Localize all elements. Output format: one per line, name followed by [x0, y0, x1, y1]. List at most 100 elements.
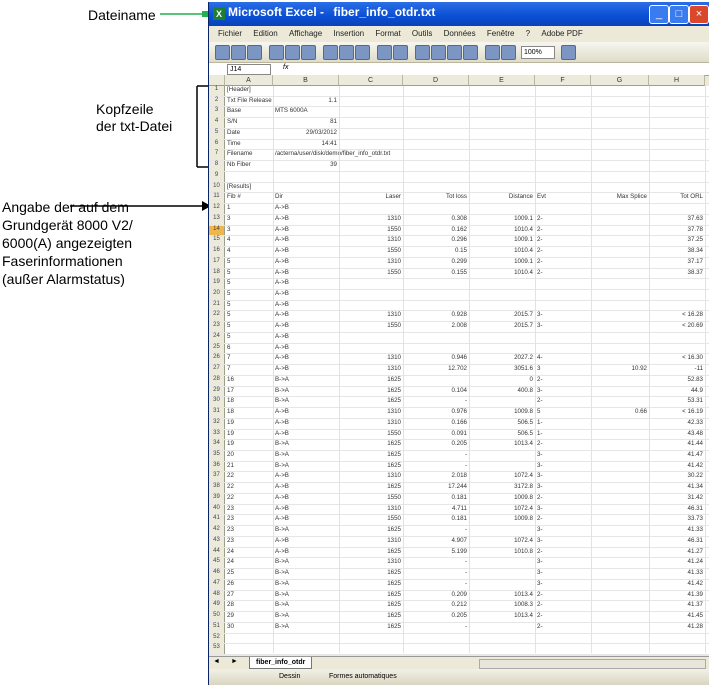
cell[interactable] [341, 150, 401, 160]
cell[interactable] [593, 236, 647, 246]
cell[interactable] [593, 644, 647, 654]
cell[interactable]: 1625 [341, 580, 401, 590]
table-row[interactable]: 4 S/N 81 [209, 118, 709, 129]
cell[interactable] [651, 290, 703, 300]
cell[interactable] [593, 247, 647, 257]
cell[interactable] [341, 634, 401, 644]
cell[interactable]: 0.162 [405, 226, 467, 236]
cell[interactable] [341, 183, 401, 193]
cell[interactable]: Fib # [227, 193, 273, 203]
cell[interactable]: 3- [537, 311, 589, 321]
cell[interactable]: A->B [275, 215, 337, 225]
cell[interactable]: 7 [227, 365, 273, 375]
minimize-button[interactable]: _ [649, 5, 669, 24]
cell[interactable]: 2- [537, 376, 589, 386]
cell[interactable]: 0.212 [405, 601, 467, 611]
cell[interactable]: 23 [227, 537, 273, 547]
cell[interactable]: A->B [275, 333, 337, 343]
cell[interactable] [593, 129, 647, 139]
cell[interactable]: 4.711 [405, 505, 467, 515]
table-row[interactable]: 36 21 B->A 1625- 3- 41.42 [209, 461, 709, 473]
cell[interactable]: 41.37 [651, 601, 703, 611]
cell[interactable] [651, 97, 703, 107]
cell[interactable] [593, 290, 647, 300]
cell[interactable] [471, 86, 533, 96]
cell[interactable] [593, 107, 647, 117]
cell[interactable]: 1550 [341, 494, 401, 504]
cell[interactable]: 3- [537, 483, 589, 493]
cell[interactable]: 0.976 [405, 408, 467, 418]
cell[interactable]: 14:41 [275, 140, 337, 150]
cell[interactable]: 1625 [341, 483, 401, 493]
cell[interactable]: 2.018 [405, 472, 467, 482]
column-header-g[interactable]: G [591, 75, 649, 86]
cell[interactable] [593, 140, 647, 150]
cell[interactable]: 1310 [341, 354, 401, 364]
row-header[interactable]: 2 [209, 96, 225, 107]
cell[interactable]: 22 [227, 483, 273, 493]
cell[interactable]: - [405, 558, 467, 568]
table-row[interactable]: 16 4 A->B 1550 0.15 1010.4 2- 38.34 [209, 247, 709, 258]
row-header[interactable]: 6 [209, 139, 225, 150]
cell[interactable]: 3- [537, 580, 589, 590]
cell[interactable]: 400.8 [471, 387, 533, 397]
cell[interactable]: 3 [227, 226, 273, 236]
close-button[interactable]: × [689, 5, 709, 24]
cell[interactable] [537, 107, 589, 117]
cell[interactable]: B->A [275, 376, 337, 386]
cell[interactable] [537, 97, 589, 107]
cell[interactable]: 0.209 [405, 591, 467, 601]
cell[interactable] [275, 183, 337, 193]
cell[interactable] [471, 301, 533, 311]
cell[interactable]: 24 [227, 548, 273, 558]
cell[interactable]: A->B [275, 247, 337, 257]
cell[interactable]: Base [227, 107, 273, 117]
row-header[interactable]: 24 [209, 332, 225, 343]
cell[interactable]: 30.22 [651, 472, 703, 482]
table-row[interactable]: 26 7 A->B 1310 0.946 2027.2 4- < 16.30 [209, 354, 709, 366]
cell[interactable]: 0.15 [405, 247, 467, 257]
cell[interactable] [471, 526, 533, 536]
cell[interactable] [593, 226, 647, 236]
cell[interactable]: 3- [537, 537, 589, 547]
cell[interactable]: 2- [537, 215, 589, 225]
cell[interactable]: A->B [275, 494, 337, 504]
cell[interactable]: A->B [275, 408, 337, 418]
print-icon[interactable] [269, 45, 284, 60]
cell[interactable]: 3172.8 [471, 483, 533, 493]
cell[interactable]: 0.205 [405, 440, 467, 450]
cell[interactable] [471, 644, 533, 654]
table-row[interactable]: 13 3 A->B 1310 0.308 1009.1 2- 37.63 [209, 214, 709, 226]
autoshapes-menu[interactable]: Formes automatiques [329, 673, 397, 680]
cell[interactable] [537, 634, 589, 644]
cell[interactable]: 1625 [341, 397, 401, 407]
cell[interactable]: 2- [537, 269, 589, 279]
cell[interactable]: 5 [227, 301, 273, 311]
cell[interactable]: [Header] [227, 86, 273, 96]
cell[interactable]: 1310 [341, 505, 401, 515]
table-row[interactable]: 42 23 B->A 1625- 3- 41.33 [209, 526, 709, 537]
cell[interactable]: 506.5 [471, 419, 533, 429]
cell[interactable]: 3- [537, 569, 589, 579]
cell[interactable]: B->A [275, 569, 337, 579]
row-header[interactable]: 48 [209, 590, 225, 601]
cell[interactable] [405, 172, 467, 182]
cell[interactable]: 53.31 [651, 397, 703, 407]
cell[interactable]: 1625 [341, 440, 401, 450]
cell[interactable]: 2- [537, 548, 589, 558]
cell[interactable]: 0.155 [405, 269, 467, 279]
cell[interactable]: Max Splice [593, 193, 647, 203]
cell[interactable] [593, 451, 647, 461]
cell[interactable] [537, 290, 589, 300]
cell[interactable]: 3- [537, 451, 589, 461]
cell[interactable] [593, 397, 647, 407]
row-header[interactable]: 34 [209, 440, 225, 451]
table-row[interactable]: 37 22 A->B 1310 2.018 1072.4 3- 30.22 [209, 472, 709, 484]
cell[interactable] [471, 107, 533, 117]
cell[interactable]: 2- [537, 226, 589, 236]
row-header[interactable]: 46 [209, 569, 225, 579]
cell[interactable] [593, 472, 647, 482]
cell[interactable]: Date [227, 129, 273, 139]
cell[interactable] [593, 311, 647, 321]
cell[interactable]: 41.42 [651, 580, 703, 590]
